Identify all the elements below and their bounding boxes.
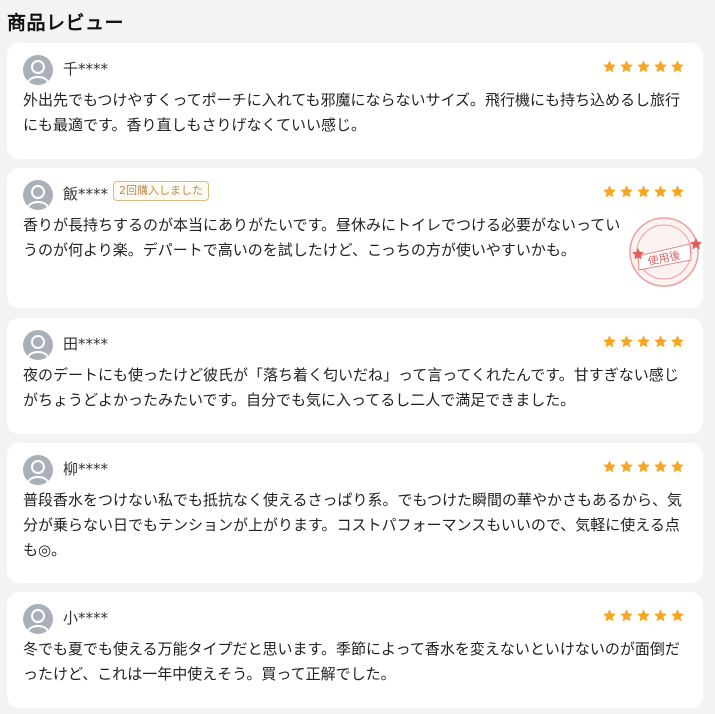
star-icon <box>654 460 667 473</box>
star-rating <box>602 608 685 623</box>
star-icon <box>603 335 616 348</box>
star-icon <box>603 185 616 198</box>
review-card: 田**** 夜のデートにも使ったけど彼氏が「落ち着く匂いだね」って言ってくれたん… <box>7 318 703 434</box>
repeat-purchase-badge: 2回購入しました <box>113 181 209 201</box>
reviewer-name: 小**** <box>63 609 109 627</box>
reviewer-name: 飯**** <box>63 185 109 203</box>
star-icon <box>671 335 684 348</box>
avatar <box>23 55 53 85</box>
review-card: 飯**** 2回購入しました 香りが長持ちするのが本当にありがたいです。昼休みに… <box>7 168 703 308</box>
star-icon <box>637 185 650 198</box>
review-card: 小**** 冬でも夏でも使える万能タイプだと思います。季節によって香水を変えない… <box>7 592 703 708</box>
star-icon <box>637 460 650 473</box>
star-rating <box>602 184 685 199</box>
avatar <box>23 180 53 210</box>
star-icon <box>603 609 616 622</box>
star-icon <box>671 460 684 473</box>
star-icon <box>603 60 616 73</box>
star-icon <box>671 60 684 73</box>
star-icon <box>603 460 616 473</box>
star-icon <box>620 185 633 198</box>
review-text: 外出先でもつけやすくってポーチに入れても邪魔にならないサイズ。飛行機にも持ち込め… <box>23 91 681 134</box>
review-text: 夜のデートにも使ったけど彼氏が「落ち着く匂いだね」って言ってくれたんです。甘すぎ… <box>23 366 679 409</box>
reviewer-name: 柳**** <box>63 460 109 478</box>
review-text: 普段香水をつけない私でも抵抗なく使えるさっぱり系。でもつけた瞬間の華やかさもある… <box>23 491 682 559</box>
star-rating <box>602 459 685 474</box>
avatar <box>23 455 53 485</box>
reviewer-name: 千**** <box>63 60 109 78</box>
page-title: 商品レビュー <box>7 12 125 34</box>
star-icon <box>620 609 633 622</box>
star-icon <box>637 609 650 622</box>
star-icon <box>637 60 650 73</box>
star-icon <box>620 335 633 348</box>
star-rating <box>602 59 685 74</box>
review-card: 柳**** 普段香水をつけない私でも抵抗なく使えるさっぱり系。でもつけた瞬間の華… <box>7 443 703 583</box>
review-card: 千**** 外出先でもつけやすくってポーチに入れても邪魔にならないサイズ。飛行機… <box>7 43 703 159</box>
star-icon <box>654 185 667 198</box>
star-icon <box>671 185 684 198</box>
star-rating <box>602 334 685 349</box>
star-icon <box>654 609 667 622</box>
star-icon <box>671 609 684 622</box>
star-icon <box>654 335 667 348</box>
avatar <box>23 330 53 360</box>
star-icon <box>654 60 667 73</box>
review-text: 香りが長持ちするのが本当にありがたいです。昼休みにトイレでつける必要がないってい… <box>23 216 621 259</box>
star-icon <box>620 460 633 473</box>
reviewer-name: 田**** <box>63 335 109 353</box>
used-stamp: 使用後 <box>624 212 704 292</box>
star-icon <box>637 335 650 348</box>
review-text: 冬でも夏でも使える万能タイプだと思います。季節によって香水を変えないといけないの… <box>23 640 680 683</box>
star-icon <box>620 60 633 73</box>
avatar <box>23 604 53 634</box>
